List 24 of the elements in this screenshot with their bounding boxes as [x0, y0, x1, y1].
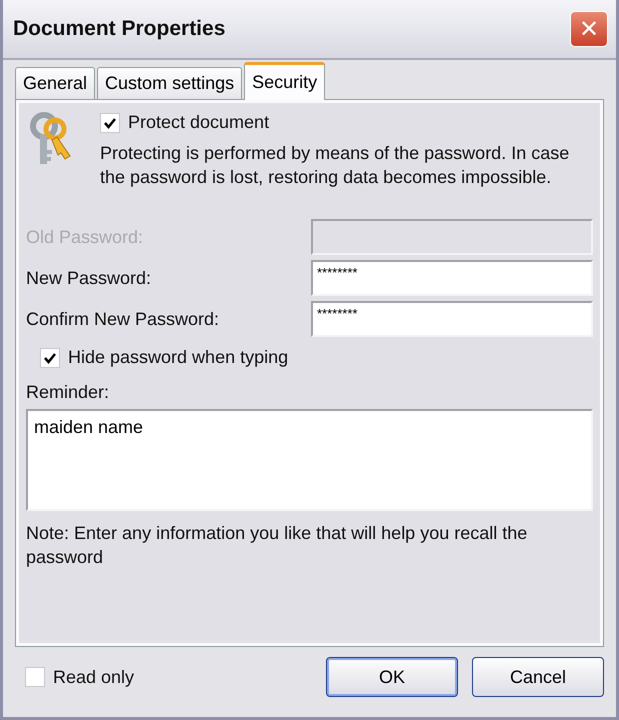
- protect-label: Protect document: [128, 112, 270, 133]
- read-only-checkbox[interactable]: [25, 667, 45, 687]
- hide-password-label: Hide password when typing: [68, 347, 288, 368]
- tab[interactable]: Security: [244, 62, 326, 100]
- note-text: Note: Enter any information you like that will help you recall the password: [26, 522, 528, 569]
- password-field[interactable]: ********: [311, 301, 593, 337]
- password-field[interactable]: ********: [311, 260, 593, 296]
- protect-checkbox[interactable]: [100, 112, 120, 132]
- read-only-label: Read only: [53, 666, 134, 688]
- check-icon: [104, 116, 116, 128]
- reminder-field[interactable]: maiden name: [26, 409, 593, 511]
- field-label: Old Password:: [26, 226, 144, 248]
- ok-button[interactable]: OK: [326, 657, 458, 697]
- tab[interactable]: General: [15, 67, 96, 99]
- check-icon: [44, 352, 56, 364]
- close-button[interactable]: ✕: [570, 11, 608, 47]
- window-title: Document Properties: [13, 17, 226, 41]
- cancel-button[interactable]: Cancel: [472, 657, 604, 697]
- field-label: New Password:: [26, 268, 152, 288]
- protect-description: Protecting is performed by means of the password. In case the password is lost, restoring data becomes impossible.: [100, 142, 570, 189]
- field-label: Confirm New Password:: [26, 308, 220, 330]
- reminder-label: Reminder:: [26, 382, 110, 403]
- tab[interactable]: Custom settings: [97, 67, 242, 99]
- hide-password-checkbox[interactable]: [40, 348, 60, 368]
